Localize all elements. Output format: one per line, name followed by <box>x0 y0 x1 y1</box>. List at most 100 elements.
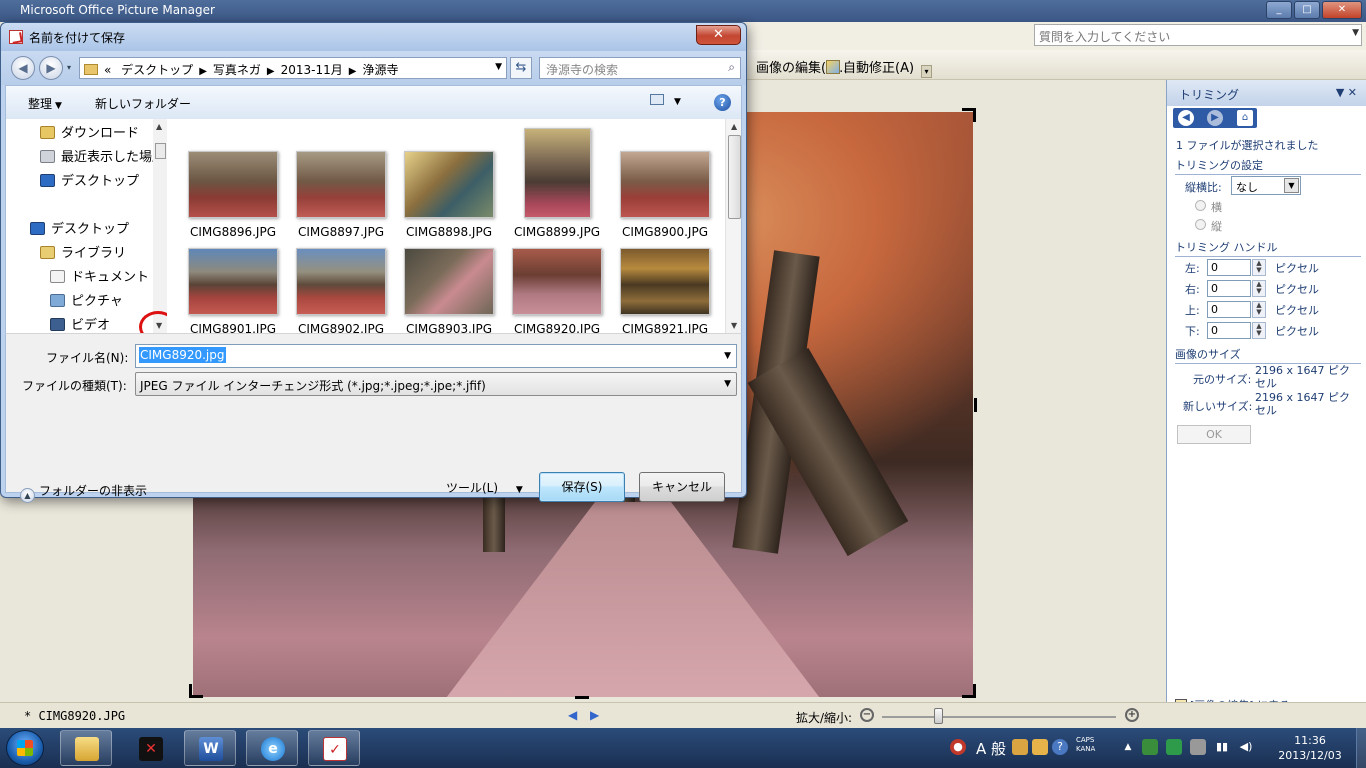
crop-right-spinner[interactable]: ▲ ▼ <box>1252 280 1266 297</box>
hide-folders-button[interactable]: ▲ フォルダーの非表示 <box>20 482 147 503</box>
view-options-icon[interactable] <box>650 94 664 105</box>
breadcrumb[interactable]: « デスクトップ ▶ 写真ネガ ▶ 2013-11月 ▶ 浄源寺 ▼ <box>79 57 507 79</box>
breadcrumb-item[interactable]: 浄源寺 <box>362 63 398 77</box>
filetype-select[interactable]: JPEG ファイル インターチェンジ形式 (*.jpg;*.jpeg;*.jpe… <box>135 372 737 396</box>
crop-bottom-input[interactable]: 0 <box>1207 322 1251 339</box>
zoom-out-icon[interactable]: − <box>860 708 874 722</box>
search-icon[interactable]: ⌕ <box>728 60 735 75</box>
file-item[interactable]: CIMG8901.JPG <box>181 224 285 333</box>
help-icon[interactable]: ? <box>714 94 731 111</box>
scroll-down-icon[interactable]: ▼ <box>731 321 737 330</box>
file-item[interactable]: CIMG8899.JPG <box>505 127 609 239</box>
next-picture-icon[interactable]: ▶ <box>590 708 599 722</box>
breadcrumb-item[interactable]: 2013-11月 <box>281 63 343 77</box>
volume-icon[interactable]: ◀) <box>1238 739 1254 755</box>
zoom-in-icon[interactable]: + <box>1125 708 1139 722</box>
scroll-thumb[interactable] <box>155 143 166 159</box>
crop-bottom-spinner[interactable]: ▲ ▼ <box>1252 322 1266 339</box>
scroll-up-icon[interactable]: ▲ <box>156 122 162 131</box>
nav-item-downloads[interactable]: ダウンロード <box>40 122 139 141</box>
aspect-ratio-select[interactable]: なし ▼ <box>1231 176 1301 195</box>
file-item[interactable]: CIMG8900.JPG <box>613 127 717 239</box>
file-item[interactable]: CIMG8898.JPG <box>397 127 501 239</box>
chevron-down-icon[interactable]: ▼ <box>495 62 502 72</box>
breadcrumb-separator-icon[interactable]: ▶ <box>349 66 357 77</box>
new-folder-button[interactable]: 新しいフォルダー <box>95 95 191 112</box>
ime-dictionary-icon[interactable] <box>1032 739 1048 755</box>
ime-mode-indicator[interactable]: A 般 <box>976 738 1006 759</box>
crop-top-spinner[interactable]: ▲ ▼ <box>1252 301 1266 318</box>
taskbar-internet-explorer[interactable]: e <box>246 730 298 766</box>
nav-item-desktop[interactable]: デスクトップ <box>30 218 129 237</box>
crop-left-input[interactable]: 0 <box>1207 259 1251 276</box>
file-item[interactable]: CIMG8897.JPG <box>289 127 393 239</box>
forward-icon[interactable]: ▶ <box>39 56 63 80</box>
nav-item-recent-places[interactable]: 最近表示した場所 <box>40 146 153 165</box>
folder-search-input[interactable]: 浄源寺の検索 ⌕ <box>539 57 741 79</box>
chevron-down-icon[interactable]: ▼ <box>724 351 731 361</box>
scroll-up-icon[interactable]: ▲ <box>731 122 737 131</box>
taskbar-app-black[interactable]: ✕ <box>124 730 176 766</box>
file-list-scrollbar[interactable]: ▲ ▼ <box>725 119 741 333</box>
device-icon[interactable] <box>1190 739 1206 755</box>
auto-correct-button[interactable]: 自動修正(A) <box>826 57 914 76</box>
nav-item-videos[interactable]: ビデオ <box>50 314 110 333</box>
file-item[interactable]: CIMG8896.JPG <box>181 127 285 239</box>
file-item[interactable]: CIMG8902.JPG <box>289 224 393 333</box>
crop-handle-right[interactable] <box>974 398 977 412</box>
organize-button[interactable]: 整理 ▼ <box>28 95 62 112</box>
zoom-slider-thumb[interactable] <box>933 708 943 724</box>
security-icon[interactable] <box>1142 739 1158 755</box>
minimize-button[interactable]: _ <box>1266 1 1292 19</box>
file-item[interactable]: CIMG8920.JPG <box>505 224 609 333</box>
back-icon[interactable]: ◀ <box>11 56 35 80</box>
home-icon[interactable]: ⌂ <box>1237 110 1253 126</box>
recent-pages-chevron-icon[interactable]: ▾ <box>67 63 71 72</box>
filename-input[interactable]: CIMG8920.jpg ▼ <box>135 344 737 368</box>
landscape-radio[interactable] <box>1195 200 1206 211</box>
file-item[interactable]: CIMG8903.JPG <box>397 224 501 333</box>
task-pane-controls[interactable]: ▼ ✕ <box>1336 86 1357 99</box>
nav-item-desktop-favorite[interactable]: デスクトップ <box>40 170 139 189</box>
dialog-close-button[interactable]: ✕ <box>696 25 741 45</box>
crop-left-spinner[interactable]: ▲ ▼ <box>1252 259 1266 276</box>
save-button[interactable]: 保存(S) <box>539 472 625 502</box>
navigation-scrollbar[interactable]: ▲ ▼ <box>153 119 168 333</box>
taskbar-word[interactable]: W <box>184 730 236 766</box>
crop-right-input[interactable]: 0 <box>1207 280 1251 297</box>
breadcrumb-item[interactable]: デスクトップ <box>121 63 193 77</box>
network-signal-icon[interactable]: ▮▮ <box>1214 739 1230 755</box>
antivirus-icon[interactable]: ● <box>950 739 966 755</box>
chevron-down-icon[interactable]: ▼ <box>1352 28 1359 38</box>
crop-top-input[interactable]: 0 <box>1207 301 1251 318</box>
crop-handle-bottom[interactable] <box>575 696 589 699</box>
taskbar-picture-manager[interactable]: ✓ <box>308 730 360 766</box>
breadcrumb-separator-icon[interactable]: ▶ <box>199 66 207 77</box>
previous-picture-icon[interactable]: ◀ <box>568 708 577 722</box>
maximize-button[interactable]: □ <box>1294 1 1320 19</box>
back-icon[interactable]: ◀ <box>1178 110 1194 126</box>
system-clock[interactable]: 11:36 2013/12/03 <box>1268 733 1352 763</box>
scroll-thumb[interactable] <box>728 135 741 219</box>
ime-tool-icon[interactable] <box>1012 739 1028 755</box>
breadcrumb-overflow[interactable]: « <box>104 63 111 77</box>
help-question-input[interactable]: 質問を入力してください ▼ <box>1034 24 1362 46</box>
breadcrumb-item[interactable]: 写真ネガ <box>213 63 261 77</box>
ok-button[interactable]: OK <box>1177 425 1251 444</box>
refresh-button[interactable]: ⇆ <box>510 57 532 79</box>
sync-icon[interactable] <box>1166 739 1182 755</box>
nav-item-pictures[interactable]: ピクチャ <box>50 290 123 309</box>
breadcrumb-separator-icon[interactable]: ▶ <box>267 66 275 77</box>
nav-item-libraries[interactable]: ライブラリ <box>40 242 126 261</box>
show-desktop-button[interactable] <box>1356 728 1366 768</box>
portrait-radio[interactable] <box>1195 219 1206 230</box>
forward-icon[interactable]: ▶ <box>1207 110 1223 126</box>
taskbar-explorer[interactable] <box>60 730 112 766</box>
tools-button[interactable]: ツール(L) ▼ <box>446 479 523 496</box>
view-chevron-down-icon[interactable]: ▼ <box>674 97 681 107</box>
show-hidden-icons-icon[interactable]: ▲ <box>1120 739 1136 755</box>
crop-handle-bottom-left[interactable] <box>189 684 203 698</box>
file-item[interactable]: CIMG8921.JPG <box>613 224 717 333</box>
crop-handle-top-right[interactable] <box>962 108 976 122</box>
crop-handle-bottom-right[interactable] <box>962 684 976 698</box>
